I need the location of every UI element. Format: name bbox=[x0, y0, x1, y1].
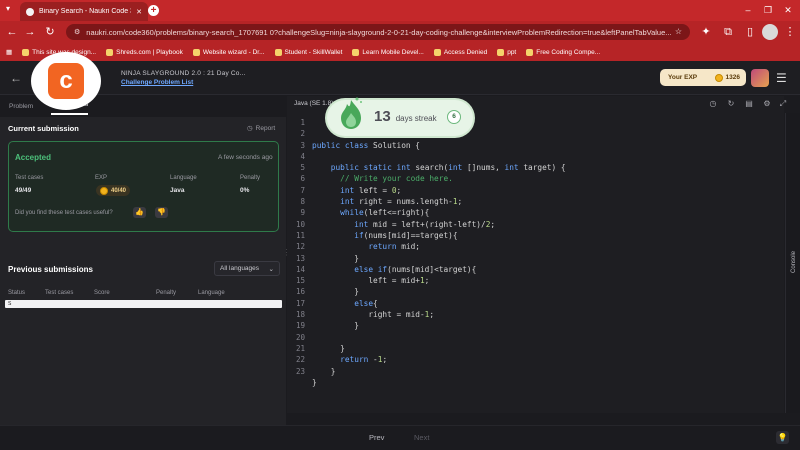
challenge-header: NINJA SLAYGROUND 2.0 : 21 Day Co... Chal… bbox=[121, 70, 246, 86]
report-button[interactable]: ◷ Report bbox=[247, 124, 275, 133]
bookmark-item[interactable]: Access Denied bbox=[433, 48, 487, 56]
challenge-problem-list-link[interactable]: Challenge Problem List bbox=[121, 79, 246, 86]
new-tab-button[interactable]: + bbox=[148, 5, 159, 16]
console-label[interactable]: Console bbox=[791, 243, 797, 273]
submission-time: A few seconds ago bbox=[218, 154, 273, 161]
profile-avatar[interactable] bbox=[762, 24, 778, 40]
language-value: Java bbox=[170, 187, 185, 194]
forward-icon[interactable]: → bbox=[24, 26, 36, 38]
coin-icon bbox=[714, 73, 723, 82]
current-submission-title: Current submission bbox=[8, 124, 79, 133]
bookmark-item[interactable]: Learn Mobile Devel... bbox=[352, 48, 424, 56]
bookmark-item[interactable]: Student - SkillWallet bbox=[274, 48, 342, 56]
tab-list-icon[interactable]: ▾ bbox=[6, 4, 16, 14]
tab-submissions[interactable]: Submissions bbox=[51, 101, 89, 115]
clock-icon: ◷ bbox=[247, 125, 253, 132]
row-cell: S bbox=[8, 301, 12, 307]
back-icon[interactable]: ← bbox=[6, 26, 18, 38]
thumbs-up-icon[interactable]: 👍 bbox=[133, 207, 146, 218]
bookmark-star-icon[interactable]: ☆ bbox=[675, 27, 682, 36]
streak-badge: 6 bbox=[447, 110, 461, 124]
minimize-icon[interactable]: – bbox=[740, 3, 756, 17]
reload-icon[interactable]: ↻ bbox=[44, 26, 56, 38]
layout-icon[interactable]: ▤ bbox=[744, 99, 754, 109]
streak-text: 13 days streak bbox=[374, 108, 437, 125]
bookmarks-bar: ▦ This site was design... Shreds.com | P… bbox=[0, 43, 800, 61]
sidebar-icon[interactable]: ▯ bbox=[744, 26, 756, 38]
left-panel-tabs: Problem Submissions bbox=[0, 97, 286, 115]
puzzle-extensions-icon[interactable]: ⧉ bbox=[722, 26, 734, 38]
col-penalty: Penalty bbox=[156, 290, 177, 296]
logo-icon: c bbox=[48, 63, 84, 99]
exp-pill[interactable]: Your EXP 1326 bbox=[660, 69, 746, 86]
tab-title: Binary Search - Naukri Code 36 bbox=[39, 8, 132, 15]
bookmark-item[interactable]: ppt bbox=[497, 48, 516, 56]
line-number-gutter: 1 2 3 4 5 6 7 8 9 10 11 12 13 14 15 16 1… bbox=[295, 118, 305, 376]
maximize-icon[interactable]: ❐ bbox=[760, 3, 776, 17]
close-window-icon[interactable]: ✕ bbox=[780, 3, 796, 17]
coin-icon bbox=[100, 186, 108, 195]
useful-question: Did you find these test cases useful? bbox=[15, 210, 113, 216]
back-arrow-icon[interactable]: ← bbox=[10, 71, 22, 85]
submissions-table-header: Status Test cases Score Penalty Language bbox=[8, 290, 280, 300]
extension-icon[interactable]: ✦ bbox=[700, 26, 712, 38]
close-tab-icon[interactable]: ✕ bbox=[136, 8, 142, 16]
col-language: Language bbox=[198, 290, 225, 296]
streak-count: 13 bbox=[374, 108, 391, 125]
reset-icon[interactable]: ↻ bbox=[726, 99, 736, 109]
table-row[interactable]: S bbox=[5, 300, 282, 308]
apps-icon[interactable]: ▦ bbox=[6, 48, 12, 56]
status-accepted: Accepted bbox=[15, 153, 52, 162]
user-avatar[interactable] bbox=[751, 69, 769, 87]
previous-submissions-title: Previous submissions bbox=[8, 265, 93, 274]
language-filter-select[interactable]: All languages ⌄ bbox=[214, 261, 280, 276]
col-score: Score bbox=[94, 290, 110, 296]
exp-label: Your EXP bbox=[668, 74, 698, 81]
exp-stat-label: EXP bbox=[95, 175, 108, 181]
language-select[interactable]: Java (SE 1.8) bbox=[294, 100, 333, 107]
flame-icon bbox=[341, 97, 362, 129]
code-content[interactable]: public class Solution { public static in… bbox=[312, 117, 566, 388]
browser-toolbar: ← → ↻ ⚙ naukri.com/code360/problems/bina… bbox=[0, 21, 800, 43]
site-info-icon[interactable]: ⚙ bbox=[74, 28, 80, 36]
browser-menu-icon[interactable]: ⋮ bbox=[784, 26, 796, 38]
col-test-cases: Test cases bbox=[45, 290, 74, 296]
chevron-down-icon: ⌄ bbox=[268, 265, 274, 273]
exp-value: 1326 bbox=[725, 74, 740, 81]
bookmark-item[interactable]: Website wizard - Dr... bbox=[192, 48, 265, 56]
url-text: naukri.com/code360/problems/binary-searc… bbox=[86, 27, 672, 37]
next-button[interactable]: Next bbox=[414, 433, 429, 442]
address-bar[interactable]: ⚙ naukri.com/code360/problems/binary-sea… bbox=[66, 24, 690, 40]
favicon-icon bbox=[26, 7, 34, 16]
lightbulb-icon[interactable]: 💡 bbox=[776, 431, 789, 444]
streak-label: days streak bbox=[395, 114, 437, 123]
penalty-label: Penalty bbox=[240, 175, 261, 181]
penalty-value: 0% bbox=[240, 187, 250, 194]
challenge-title: NINJA SLAYGROUND 2.0 : 21 Day Co... bbox=[121, 70, 246, 77]
hamburger-menu-icon[interactable]: ☰ bbox=[776, 71, 787, 85]
test-cases-value: 49/49 bbox=[15, 187, 32, 194]
language-label: Language bbox=[170, 175, 197, 181]
fullscreen-icon[interactable]: ⤢ bbox=[778, 99, 788, 109]
timer-icon[interactable]: ◷ bbox=[708, 99, 718, 109]
exp-badge: 40/40 bbox=[96, 185, 131, 196]
bookmark-item[interactable]: Shreds.com | Playbook bbox=[106, 48, 183, 56]
tab-problem[interactable]: Problem bbox=[9, 103, 33, 115]
bookmark-item[interactable]: Free Coding Compe... bbox=[526, 48, 600, 56]
prev-button[interactable]: Prev bbox=[369, 433, 384, 442]
col-status: Status bbox=[8, 290, 26, 296]
thumbs-down-icon[interactable]: 👎 bbox=[155, 207, 168, 218]
test-cases-label: Test cases bbox=[15, 175, 44, 181]
settings-gear-icon[interactable]: ⚙ bbox=[762, 99, 772, 109]
browser-tab-active[interactable]: Binary Search - Naukri Code 36 ✕ bbox=[20, 2, 148, 21]
footer-bar bbox=[0, 425, 800, 450]
